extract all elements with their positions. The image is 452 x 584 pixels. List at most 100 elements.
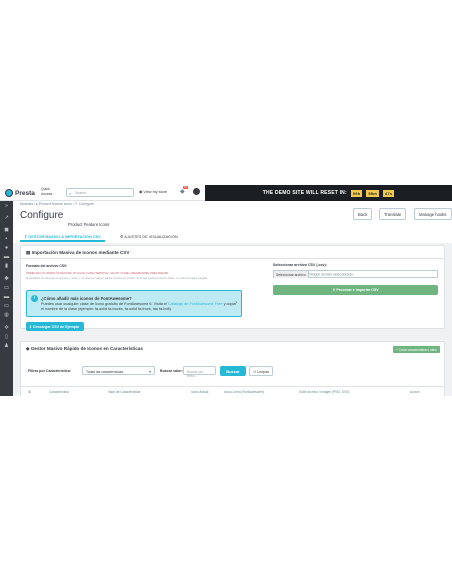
feature-filter-select[interactable]: Todas las características ▾ xyxy=(82,366,155,375)
info-icon: i xyxy=(31,295,38,302)
eye-icon: ◉ xyxy=(139,190,143,194)
download-csv-label: Descargar CSV de Ejemplo xyxy=(33,324,80,329)
column-header-subir-archivo: Subir Archivo / Imagen (PNG, SVG) xyxy=(299,390,350,394)
quick-access-menu[interactable]: Quick Access xyxy=(41,187,52,196)
demo-reset-text: THE DEMO SITE WILL RESET IN: xyxy=(262,190,347,196)
payment-icon[interactable]: ▭ xyxy=(3,303,10,310)
customers-icon[interactable]: ● xyxy=(3,245,10,252)
tab-gestor-masivo[interactable]: ⇪ GESTOR MASIVO & IMPORTACIÓN CSV xyxy=(20,231,105,242)
column-header-icono-linea: Icono Línea (FontAwesome) xyxy=(224,390,264,394)
international-icon[interactable]: ◍ xyxy=(3,312,10,319)
view-store-link[interactable]: ◉ View my store xyxy=(139,189,167,194)
tab-ajustes-visualizacion[interactable]: ⚙ AJUSTES DE VISUALIZACIÓN xyxy=(116,231,182,242)
buscar-button[interactable]: Buscar xyxy=(220,366,246,376)
file-status-text: Ningún archivo seleccionado xyxy=(309,272,353,277)
tag-icon: ◆ xyxy=(26,346,30,351)
timer-seconds: 47s xyxy=(382,189,395,197)
upload-icon: ⇪ xyxy=(24,235,28,239)
quick-access-line-2: Access xyxy=(41,191,53,196)
fontawesome-catalog-link[interactable]: Catálogo de FontAwesome Free xyxy=(168,302,223,306)
sliders-icon: ⚙ xyxy=(120,235,124,239)
orders-icon[interactable]: ◼ xyxy=(3,227,10,234)
file-icon: ▤ xyxy=(26,250,31,255)
add-feature-label: Crear característica o valor xyxy=(398,347,437,352)
tab-gestor-masivo-label: GESTOR MASIVO & IMPORTACIÓN CSV xyxy=(28,235,101,239)
config-tabs: ⇪ GESTOR MASIVO & IMPORTACIÓN CSV ⚙ AJUS… xyxy=(13,229,452,243)
select-file-button[interactable]: Seleccionar archivo xyxy=(274,271,309,278)
design-icon[interactable]: ▭ xyxy=(3,285,10,292)
timer-hours: 09h xyxy=(350,189,363,197)
search-value-label: Buscar valor: xyxy=(160,369,183,373)
column-header-accion: Acción xyxy=(410,390,420,394)
plus-icon: + xyxy=(395,347,398,352)
undo-icon: ↺ xyxy=(253,369,257,374)
csv-help-text: El separador de columnas es el punto y c… xyxy=(26,277,208,280)
sidebar: » ↗ ◼ ▪ ● ▬ ▮ ✱ ▭ ▬ ▭ ◍ ✲ ▯ ♟ xyxy=(0,201,13,396)
table-header: ID Característica Valor de Característic… xyxy=(21,386,444,396)
logo-text: Presta xyxy=(15,189,35,197)
team-icon[interactable]: ♟ xyxy=(3,343,10,350)
panel-divider xyxy=(21,258,444,259)
demo-reset-banner: THE DEMO SITE WILL RESET IN: 09h 55m 47s xyxy=(205,185,452,201)
add-feature-value-button[interactable]: + Crear característica o valor xyxy=(392,346,440,353)
settings-icon[interactable]: ✲ xyxy=(3,325,10,332)
manager-title: ◆ Gestor Masivo Rápido de Iconos en Cara… xyxy=(26,346,143,352)
fontawesome-info-text-a: Puedes usar cualquier clase de icono gra… xyxy=(41,302,168,306)
user-avatar[interactable] xyxy=(193,188,200,195)
manage-hooks-button[interactable]: Manage hooks xyxy=(414,208,452,220)
column-header-caracteristica: Característica xyxy=(49,390,69,394)
catalog-icon[interactable]: ▪ xyxy=(3,236,10,243)
csv-file-input[interactable]: Seleccionar archivo Ningún archivo selec… xyxy=(273,270,438,278)
quick-icon-manager-panel: ◆ Gestor Masivo Rápido de Iconos en Cara… xyxy=(20,341,445,396)
download-icon: ⇩ xyxy=(29,324,33,329)
csv-column-order: ORDEN DE COLUMNAS: ID FEATURE, ID VALUE,… xyxy=(26,272,169,275)
menu-collapse-icon[interactable]: » xyxy=(3,203,10,210)
search-value-input[interactable]: Buscar por texto... xyxy=(183,366,216,378)
notifications-bell-icon[interactable]: ◆ xyxy=(180,188,186,195)
logo[interactable]: Presta xyxy=(5,189,35,197)
translate-button[interactable]: Translate xyxy=(379,208,407,220)
select-csv-label: Seleccionar archivo CSV (.csv): xyxy=(273,263,327,267)
shipping-icon[interactable]: ▬ xyxy=(3,294,10,301)
filter-feature-label: Filtrar por Característica: xyxy=(28,369,71,373)
customer-service-icon[interactable]: ▬ xyxy=(3,254,10,261)
column-header-valor: Valor de Característica xyxy=(108,390,141,394)
manager-title-text: Gestor Masivo Rápido de Iconos en Caract… xyxy=(30,346,143,351)
csv-import-title-text: Importación Masiva de Iconos mediante CS… xyxy=(31,250,130,255)
notification-count-badge: 10 xyxy=(183,186,188,189)
fontawesome-info-box: i ¿Cómo añadir más iconos de FontAwesome… xyxy=(26,290,242,317)
search-placeholder: Search xyxy=(75,191,87,195)
process-import-csv-button[interactable]: ⇪ Procesar e Importar CSV xyxy=(273,285,438,295)
module-subtitle: Product Feature Icons xyxy=(68,222,110,227)
limpiar-label: Limpiar xyxy=(257,369,269,374)
column-header-icono-actual: Icono Actual xyxy=(191,390,209,394)
timer-minutes: 55m xyxy=(366,189,379,197)
page-title: Configure xyxy=(20,210,64,221)
feature-filter-value: Todas las características xyxy=(86,369,124,374)
chevron-down-icon: ▾ xyxy=(149,369,151,374)
process-import-label: Procesar e Importar CSV xyxy=(336,288,379,292)
fontawesome-info-title: ¿Cómo añadir más iconos de FontAwesome? xyxy=(41,296,132,301)
download-csv-example-button[interactable]: ⇩ Descargar CSV de Ejemplo xyxy=(26,322,84,331)
prestashop-logo-icon xyxy=(5,189,13,197)
admin-screen: Presta Quick Access ⌕ Search ◉ View my s… xyxy=(0,185,452,396)
tab-ajustes-label: AJUSTES DE VISUALIZACIÓN xyxy=(124,235,178,239)
stats-icon[interactable]: ▮ xyxy=(3,263,10,270)
dashboard-icon[interactable]: ↗ xyxy=(3,215,10,222)
modules-icon[interactable]: ✱ xyxy=(3,276,10,283)
csv-import-panel: ▤ Importación Masiva de Iconos mediante … xyxy=(20,245,445,331)
upload-cloud-icon: ⇪ xyxy=(332,288,336,292)
csv-format-label: Formato del archivo CSV: xyxy=(26,264,68,268)
chevron-right-icon[interactable]: › xyxy=(235,300,237,306)
fontawesome-info-text: Puedes usar cualquier clase de icono gra… xyxy=(41,302,237,312)
search-value-placeholder: Buscar por texto... xyxy=(187,369,204,378)
back-button[interactable]: Back xyxy=(353,208,373,220)
view-store-label: View my store xyxy=(143,190,168,194)
limpiar-button[interactable]: ↺ Limpiar xyxy=(249,366,273,376)
column-header-id: ID xyxy=(28,390,32,394)
breadcrumb: Modules / ▸ Product feature icons / ✎ Co… xyxy=(20,202,94,206)
advanced-settings-icon[interactable]: ▯ xyxy=(3,334,10,341)
csv-import-title: ▤ Importación Masiva de Iconos mediante … xyxy=(26,250,129,256)
search-icon: ⌕ xyxy=(69,191,72,196)
search-input[interactable]: ⌕ Search xyxy=(66,188,134,197)
